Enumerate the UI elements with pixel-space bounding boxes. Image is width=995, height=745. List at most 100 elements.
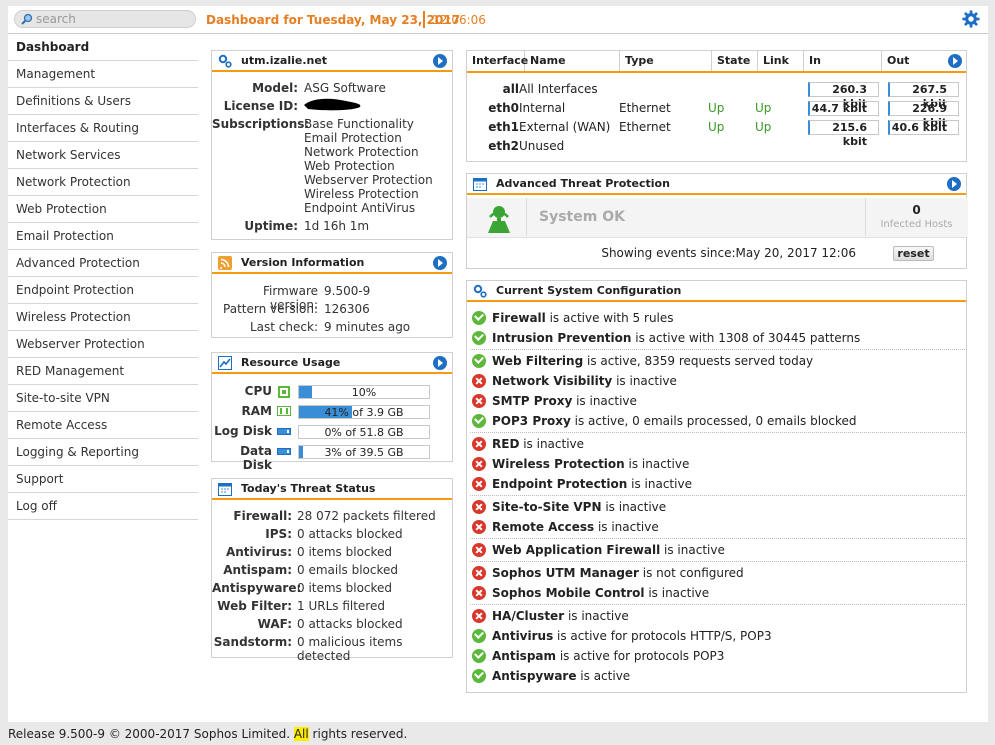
- config-feature-status: is not configured: [638, 566, 744, 580]
- footer-highlight: All: [293, 727, 309, 741]
- gear-icon[interactable]: [962, 10, 980, 28]
- iface-type-cell: Ethernet: [619, 120, 671, 134]
- config-feature-name[interactable]: Antispyware: [492, 666, 576, 686]
- sidebar-item-wireless-protection[interactable]: Wireless Protection: [8, 304, 198, 331]
- config-feature-status: is active, 8359 requests served today: [583, 354, 814, 368]
- footer: Release 9.500-9 © 2000-2017 Sophos Limit…: [8, 727, 407, 741]
- config-feature-name[interactable]: Intrusion Prevention: [492, 328, 631, 348]
- version-header: Version Information: [212, 253, 452, 274]
- sidebar-item-support[interactable]: Support: [8, 466, 198, 493]
- resource-title: Resource Usage: [241, 356, 341, 369]
- data-disk-label: Data Disk: [240, 444, 272, 472]
- config-row: Antivirus is active for protocols HTTP/S…: [472, 626, 772, 646]
- config-feature-name[interactable]: Wireless Protection: [492, 454, 625, 474]
- cpu-bar-text: 10%: [351, 386, 377, 399]
- threat-label: IPS:: [265, 527, 292, 541]
- check-icon: [472, 354, 486, 368]
- config-feature-name[interactable]: Firewall: [492, 308, 546, 328]
- sidebar-item-red-management[interactable]: RED Management: [8, 358, 198, 385]
- threat-label: Web Filter:: [217, 599, 292, 613]
- ram-bar: 41% of 3.9 GB: [298, 405, 430, 419]
- resource-link-icon[interactable]: [433, 356, 447, 370]
- table-row: eth1 External (WAN) Ethernet Up Up 215.6 kbit…: [467, 118, 967, 148]
- check-icon: [472, 669, 486, 683]
- config-feature-name[interactable]: Web Application Firewall: [492, 540, 660, 560]
- sidebar-item-advanced-protection[interactable]: Advanced Protection: [8, 250, 198, 277]
- table-row: eth2 Unused: [467, 137, 967, 155]
- atp-panel: Advanced Threat Protection System OK 0 I…: [466, 173, 968, 269]
- col-link[interactable]: Link: [758, 51, 804, 71]
- subscription-item: Endpoint AntiVirus: [304, 201, 416, 215]
- sidebar-item-web-protection[interactable]: Web Protection: [8, 196, 198, 223]
- config-feature-name[interactable]: RED: [492, 434, 519, 454]
- sidebar-item-network-services[interactable]: Network Services: [8, 142, 198, 169]
- config-feature-name[interactable]: SMTP Proxy: [492, 391, 572, 411]
- hostname: utm.izalie.net: [241, 54, 328, 67]
- search-input[interactable]: [36, 12, 186, 26]
- col-in[interactable]: In: [804, 51, 882, 71]
- threat-value: 0 items blocked: [297, 545, 393, 559]
- sidebar-item-definitions-users[interactable]: Definitions & Users: [8, 88, 198, 115]
- sidebar-item-endpoint-protection[interactable]: Endpoint Protection: [8, 277, 198, 304]
- cpu-label: CPU: [244, 384, 272, 398]
- sidebar-item-webserver-protection[interactable]: Webserver Protection: [8, 331, 198, 358]
- search-box[interactable]: [14, 10, 196, 28]
- threat-status-header: Today's Threat Status: [212, 479, 452, 500]
- system-info-link-icon[interactable]: [433, 54, 447, 68]
- atp-status-area: System OK 0 Infected Hosts: [467, 198, 968, 238]
- col-type[interactable]: Type: [620, 51, 712, 71]
- config-feature-name[interactable]: Site-to-Site VPN: [492, 497, 602, 517]
- config-feature-name[interactable]: Antispam: [492, 646, 556, 666]
- col-name[interactable]: Name: [525, 51, 620, 71]
- cpu-bar: 10%: [298, 385, 430, 399]
- config-divider: [470, 432, 965, 433]
- iface-cell: eth2: [488, 139, 519, 153]
- config-feature-name[interactable]: HA/Cluster: [492, 606, 564, 626]
- sidebar-item-interfaces-routing[interactable]: Interfaces & Routing: [8, 115, 198, 142]
- error-icon: [472, 394, 486, 408]
- infected-count: 0: [912, 203, 921, 217]
- atp-link-icon[interactable]: [947, 177, 961, 191]
- iface-link-cell: Up: [755, 101, 772, 115]
- config-feature-name[interactable]: Antivirus: [492, 626, 553, 646]
- uptime-label: Uptime:: [244, 219, 298, 233]
- config-feature-name[interactable]: Endpoint Protection: [492, 474, 627, 494]
- config-row: Site-to-Site VPN is inactive: [472, 497, 666, 517]
- iface-name-cell: All Interfaces: [519, 82, 598, 96]
- config-feature-name[interactable]: POP3 Proxy: [492, 411, 571, 431]
- interfaces-link-icon[interactable]: [948, 54, 962, 68]
- sidebar-item-email-protection[interactable]: Email Protection: [8, 223, 198, 250]
- col-interface[interactable]: Interface: [467, 51, 528, 71]
- config-feature-status: is active with 5 rules: [545, 311, 674, 325]
- error-icon: [472, 566, 486, 580]
- config-feature-name[interactable]: Sophos UTM Manager: [492, 563, 639, 583]
- config-feature-name[interactable]: Sophos Mobile Control: [492, 583, 645, 603]
- reset-button[interactable]: reset: [893, 246, 934, 261]
- error-icon: [472, 543, 486, 557]
- config-row: Antispam is active for protocols POP3: [472, 646, 724, 666]
- system-config-title: Current System Configuration: [496, 284, 682, 297]
- config-feature-name[interactable]: Web Filtering: [492, 351, 583, 371]
- config-feature-name[interactable]: Remote Access: [492, 517, 594, 537]
- version-link-icon[interactable]: [433, 256, 447, 270]
- config-feature-status: is active: [576, 669, 631, 683]
- iface-state-cell: Up: [708, 101, 725, 115]
- system-info-header: utm.izalie.net: [212, 51, 452, 72]
- subscription-item: Web Protection: [304, 159, 395, 173]
- sidebar-item-remote-access[interactable]: Remote Access: [8, 412, 198, 439]
- sidebar-item-management[interactable]: Management: [8, 61, 198, 88]
- sidebar-item-log-off[interactable]: Log off: [8, 493, 198, 520]
- check-icon: [472, 629, 486, 643]
- sidebar-item-logging-reporting[interactable]: Logging & Reporting: [8, 439, 198, 466]
- config-row: Web Filtering is active, 8359 requests s…: [472, 351, 813, 371]
- calendar-icon: [473, 177, 487, 191]
- sidebar-item-network-protection[interactable]: Network Protection: [8, 169, 198, 196]
- config-row: Remote Access is inactive: [472, 517, 659, 537]
- sidebar-item-site-to-site-vpn[interactable]: Site-to-site VPN: [8, 385, 198, 412]
- threat-status-title: Today's Threat Status: [241, 482, 376, 495]
- config-feature-name[interactable]: Network Visibility: [492, 371, 612, 391]
- log-disk-bar-text: 0% of 51.8 GB: [324, 426, 404, 439]
- threat-label: Antivirus:: [225, 545, 292, 559]
- col-state[interactable]: State: [712, 51, 758, 71]
- sidebar-item-dashboard[interactable]: Dashboard: [8, 34, 198, 61]
